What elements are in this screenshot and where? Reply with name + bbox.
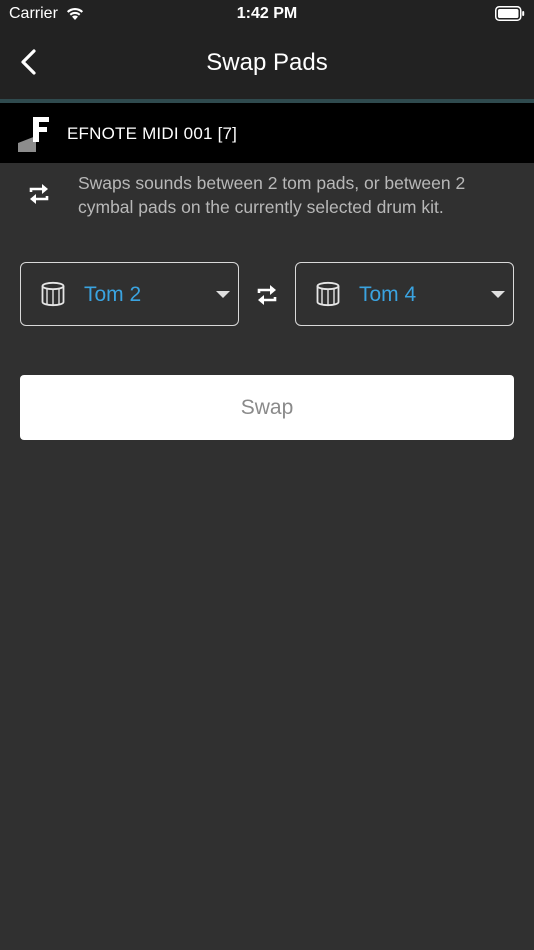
swap-arrows-icon[interactable] xyxy=(254,282,280,308)
swap-button[interactable]: Swap xyxy=(20,375,514,440)
status-time: 1:42 PM xyxy=(236,5,298,22)
battery-icon xyxy=(495,6,525,21)
drum-icon xyxy=(316,281,340,307)
info-text: Swaps sounds between 2 tom pads, or betw… xyxy=(78,173,466,217)
top-bar: Carrier 1:42 PM Swap Pads xyxy=(0,0,534,99)
left-pad-value: Tom 2 xyxy=(84,283,142,306)
device-bar: EFNOTE MIDI 001 [7] xyxy=(0,103,534,163)
status-bar: Carrier 1:42 PM xyxy=(0,0,534,28)
efnote-logo-icon xyxy=(18,117,49,152)
right-pad-select[interactable]: Tom 4 xyxy=(295,262,514,326)
swap-icon xyxy=(29,184,49,204)
chevron-down-icon xyxy=(491,291,505,298)
right-pad-value: Tom 4 xyxy=(359,283,417,306)
drum-icon xyxy=(41,281,65,307)
left-pad-select[interactable]: Tom 2 xyxy=(20,262,239,326)
page-title: Swap Pads xyxy=(206,49,328,76)
device-name: EFNOTE MIDI 001 [7] xyxy=(67,124,238,143)
chevron-down-icon xyxy=(216,291,230,298)
